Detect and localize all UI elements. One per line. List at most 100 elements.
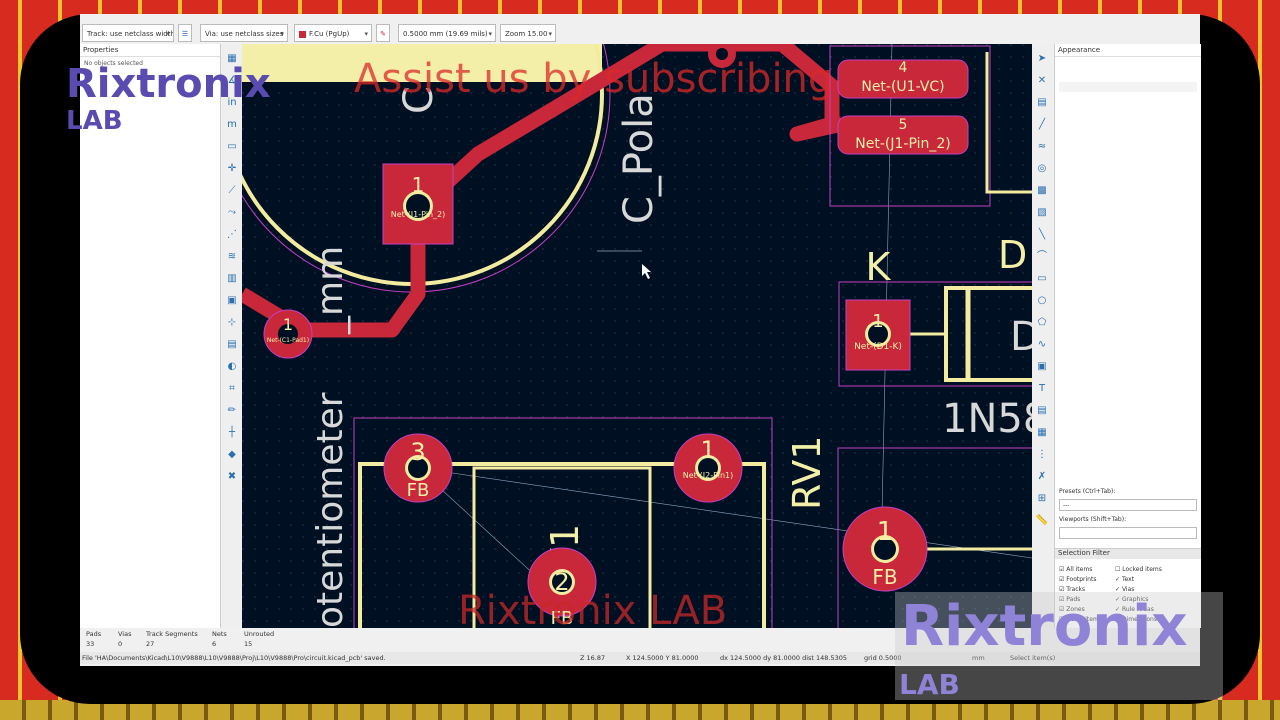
pad-net-label: FB <box>407 480 430 501</box>
layer-select[interactable]: F.Cu (PgUp) ▾ <box>294 24 372 42</box>
status-xy: X 124.5000 Y 81.0000 <box>626 654 699 662</box>
filter-locked-items[interactable]: ☐ Locked items <box>1115 566 1162 573</box>
grid-origin-icon[interactable]: ⊞ <box>1035 492 1049 506</box>
ruler-icon[interactable]: ┼ <box>225 426 239 440</box>
rv1-ref-label: RV1 <box>785 436 829 511</box>
stat-header-vias: Vias <box>118 630 132 638</box>
ratsnest-icon[interactable]: ⟋ <box>225 184 239 198</box>
rv1-value-label-tail: _mm <box>310 246 351 335</box>
add-dimension-icon[interactable]: ⋮ <box>1035 448 1049 462</box>
via-outline-icon[interactable]: ⊹ <box>225 316 239 330</box>
zoom-select[interactable]: Zoom 15.00 ▾ <box>500 24 556 42</box>
pad-5-u1[interactable]: 5 Net-(J1-Pin_2) <box>837 115 969 155</box>
via-size-value: Via: use netclass sizes <box>205 30 284 38</box>
filter-text[interactable]: ✓ Text <box>1115 576 1134 583</box>
track-settings-button[interactable]: ☰ <box>178 24 192 42</box>
presets-select[interactable]: --- <box>1059 499 1197 511</box>
d1-k-label: K <box>866 245 892 289</box>
draw-arc-icon[interactable]: ⌒ <box>1035 250 1049 264</box>
via-size-select[interactable]: Via: use netclass sizes ▾ <box>200 24 288 42</box>
pad-1-rv1[interactable]: 1 Net-(J2-Pin1) <box>673 433 743 503</box>
pad-net-label: Net-(J1-Pin_2) <box>391 210 446 219</box>
pad-number: 1 <box>877 517 894 547</box>
pad-outline-icon[interactable]: ▣ <box>225 294 239 308</box>
pad-number: 5 <box>899 117 908 133</box>
pad-1-d1[interactable]: 1 Net-(D1-K) <box>845 299 911 371</box>
pad-net-label: Net-(J2-Pin1) <box>683 471 734 480</box>
measure-icon[interactable]: 📏 <box>1035 514 1049 528</box>
pad-4-u1[interactable]: 4 Net-(U1-VC) <box>837 59 969 99</box>
watermark-text: Rixtronix LAB <box>458 588 728 634</box>
show-ratsnest-icon[interactable]: ⋰ <box>225 228 239 242</box>
status-zoom: Z 16.87 <box>580 654 606 662</box>
draw-bezier-icon[interactable]: ∿ <box>1035 338 1049 352</box>
selection-filter-title: Selection Filter <box>1055 548 1201 559</box>
pcb-canvas[interactable]: 1 Net-(J1-Pin_2) 1 Net-(C1-Pad1) 4 Net-(… <box>242 44 1032 628</box>
viewports-select[interactable] <box>1059 527 1197 539</box>
stat-header-track-segments: Track Segments <box>146 630 198 638</box>
draw-circle-icon[interactable]: ○ <box>1035 294 1049 308</box>
add-textbox-icon[interactable]: ▤ <box>1035 404 1049 418</box>
pad-net-label: Net-(C1-Pad1) <box>267 337 309 344</box>
stat-value-nets: 6 <box>212 640 217 648</box>
filter-footprints[interactable]: ☑ Footprints <box>1059 576 1096 583</box>
high-contrast-icon[interactable]: ◐ <box>225 360 239 374</box>
tools-icon[interactable]: ✖ <box>225 470 239 484</box>
stat-value-pads: 33 <box>86 640 95 648</box>
rule-area-icon[interactable]: ▧ <box>1035 206 1049 220</box>
layers-tab-area[interactable] <box>1059 82 1197 92</box>
layer-pair-button[interactable]: ✎ <box>376 24 390 42</box>
stat-header-nets: Nets <box>212 630 227 638</box>
delete-icon[interactable]: ✗ <box>1035 470 1049 484</box>
net-color-icon[interactable]: ≋ <box>225 250 239 264</box>
pad-net-label: Net-(U1-VC) <box>861 79 944 95</box>
brand-logo-top: Rixtronix LAB <box>66 62 271 136</box>
filter-label: All items <box>1066 566 1093 573</box>
draw-polygon-icon[interactable]: ⬠ <box>1035 316 1049 330</box>
filter-label: Text <box>1121 576 1135 583</box>
net-inspector-icon[interactable]: ⌗ <box>225 382 239 396</box>
chevron-down-icon: ▾ <box>488 30 492 38</box>
pad-net-label: Net-(J1-Pin_2) <box>855 136 950 152</box>
viewports-label: Viewports (Shift+Tab): <box>1059 516 1127 523</box>
add-text-icon[interactable]: T <box>1035 382 1049 396</box>
local-ratsnest-icon[interactable]: ✕ <box>1035 74 1049 88</box>
select-arrow-icon[interactable]: ➤ <box>1035 52 1049 66</box>
filter-all-items[interactable]: ☑ All items <box>1059 566 1092 573</box>
brand-sub: LAB <box>899 668 960 701</box>
add-table-icon[interactable]: ▦ <box>1035 426 1049 440</box>
brand-name: Rixtronix <box>66 61 271 107</box>
grid-select[interactable]: 0.5000 mm (19.69 mils) ▾ <box>398 24 496 42</box>
cursor-style-icon[interactable]: ✛ <box>225 162 239 176</box>
highlight-icon[interactable]: ✏ <box>225 404 239 418</box>
status-dxy: dx 124.5000 dy 81.0000 dist 148.5305 <box>720 654 848 662</box>
stat-value-unrouted: 15 <box>244 640 253 648</box>
route-track-icon[interactable]: ╱ <box>1035 118 1049 132</box>
layer-value: F.Cu (PgUp) <box>309 30 350 38</box>
add-image-icon[interactable]: ▣ <box>1035 360 1049 374</box>
add-zone-icon[interactable]: ▩ <box>1035 184 1049 198</box>
pad-3-rv1[interactable]: 3 FB <box>383 433 453 503</box>
zoom-value: Zoom 15.00 <box>505 30 548 38</box>
pad-net-label: FB <box>872 565 897 589</box>
track-outline-icon[interactable]: ▤ <box>225 338 239 352</box>
pad-number: 4 <box>899 60 908 76</box>
d1-body-label: D <box>1010 314 1032 360</box>
pad-1-c1[interactable]: 1 Net-(C1-Pad1) <box>263 309 313 359</box>
diff-pair-icon[interactable]: ≈ <box>1035 140 1049 154</box>
pad-1-j1[interactable]: 1 Net-(J1-Pin_2) <box>382 163 454 245</box>
curved-ratsnest-icon[interactable]: ⤳ <box>225 206 239 220</box>
track-width-select[interactable]: Track: use netclass width ▾ <box>82 24 174 42</box>
brand-sub: LAB <box>66 106 123 136</box>
chevron-down-icon: ▾ <box>364 30 368 38</box>
properties-title: Properties <box>80 44 220 57</box>
draw-rect-icon[interactable]: ▭ <box>1035 272 1049 286</box>
draw-line-icon[interactable]: ╲ <box>1035 228 1049 242</box>
add-via-icon[interactable]: ◎ <box>1035 162 1049 176</box>
status-message: File 'HA\Documents\Kicad\L10\V9888\L10\V… <box>82 654 386 662</box>
add-footprint-icon[interactable]: ▤ <box>1035 96 1049 110</box>
zone-fill-icon[interactable]: ▥ <box>225 272 239 286</box>
pad-1-fb[interactable]: 1 FB <box>842 506 928 592</box>
layer-manager-icon[interactable]: ◆ <box>225 448 239 462</box>
mm-units-icon[interactable]: ▭ <box>225 140 239 154</box>
